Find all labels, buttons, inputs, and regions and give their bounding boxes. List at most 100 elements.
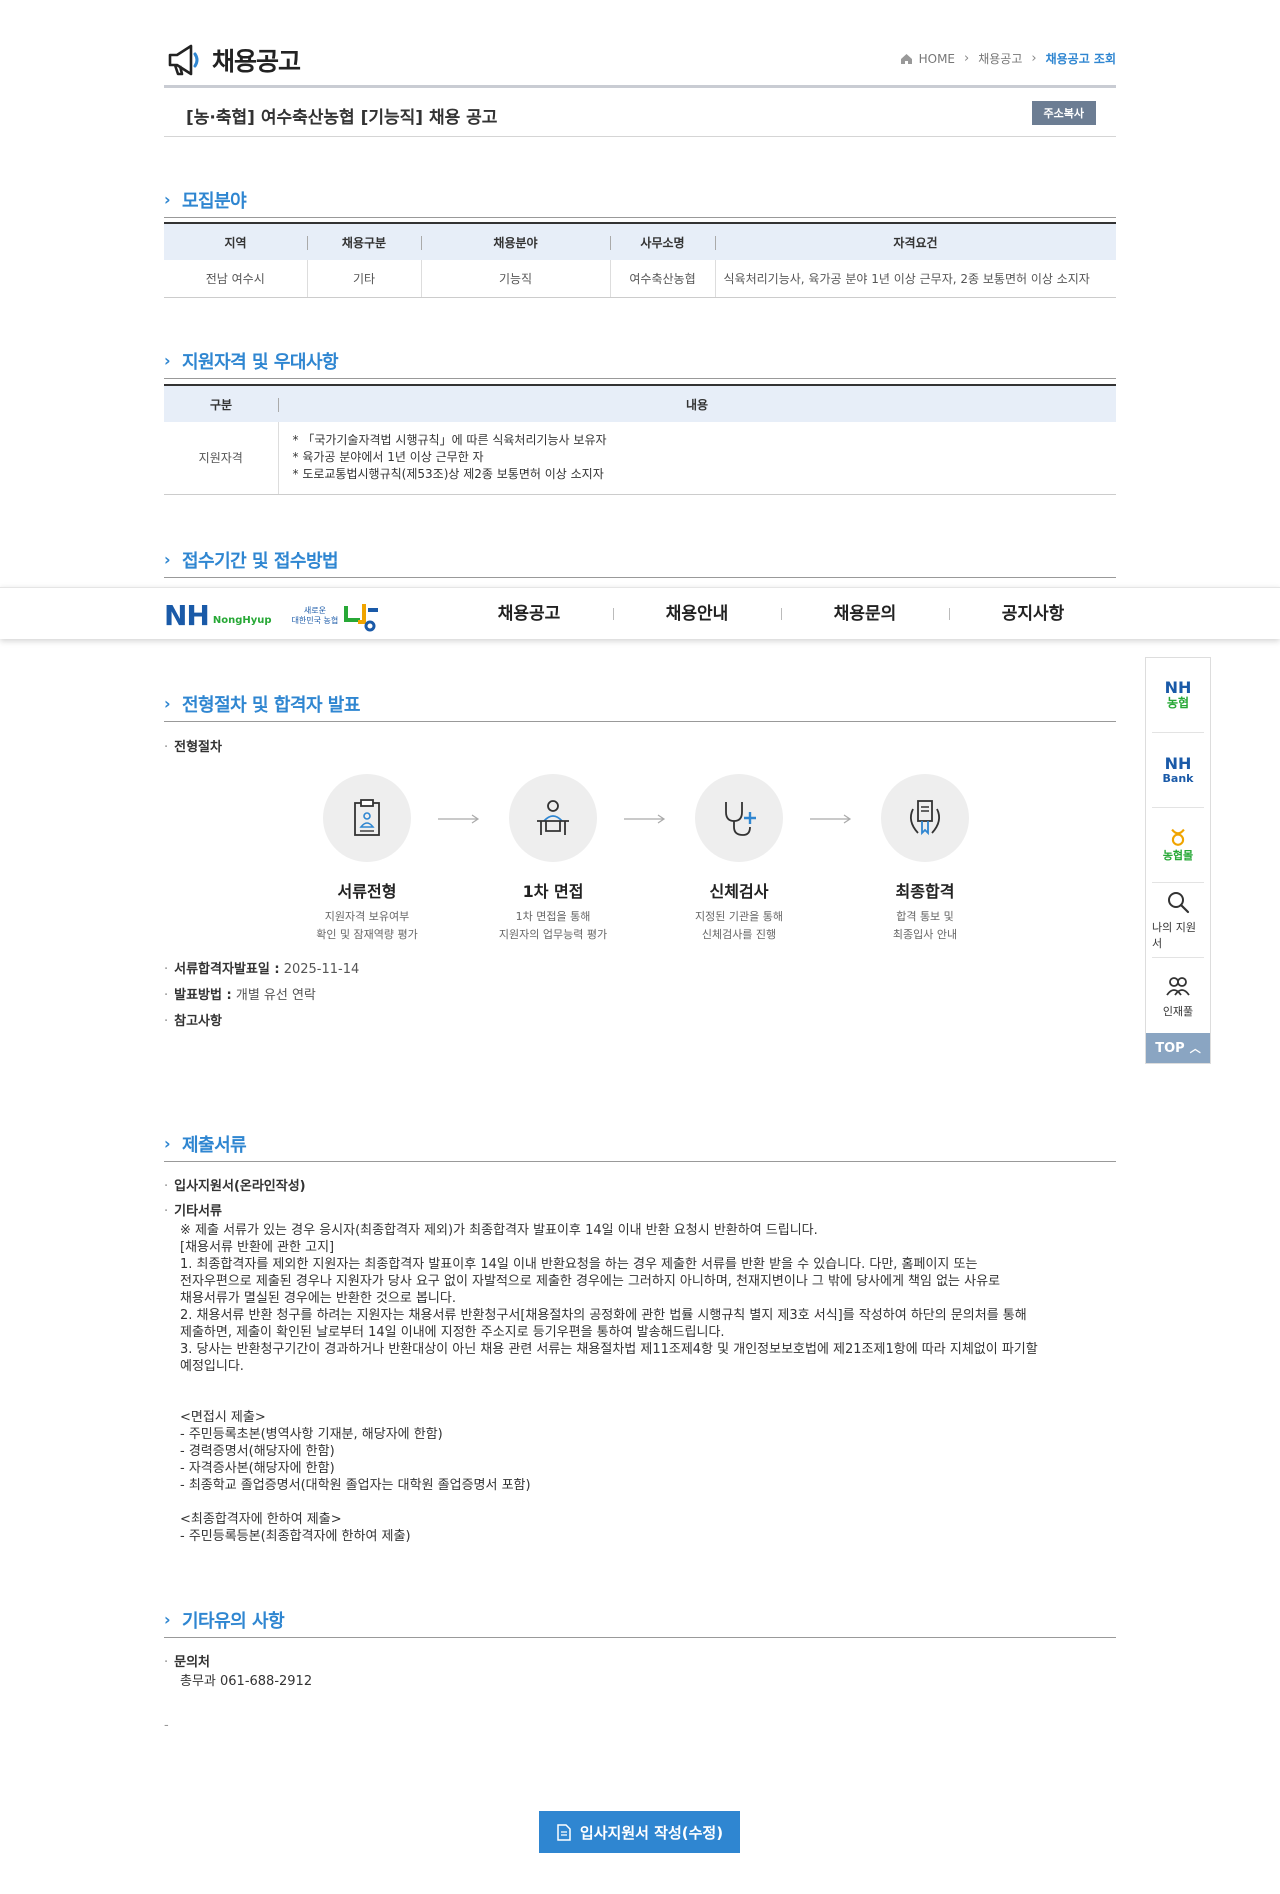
chevron-right-icon: › bbox=[164, 1134, 171, 1153]
result-date: · 서류합격자발표일 : 2025-11-14 bbox=[164, 962, 360, 977]
home-icon bbox=[900, 53, 912, 64]
table-header: 구분 bbox=[164, 384, 278, 422]
step-name: 최종합격 bbox=[895, 882, 955, 901]
chevron-right-icon: › bbox=[164, 694, 171, 713]
step-circle bbox=[323, 774, 411, 862]
table-row: 전남 여수시 기타 기능직 여수축산농협 식육처리기능사, 육가공 분야 1년 … bbox=[164, 260, 1116, 298]
step-name: 서류전형 bbox=[337, 882, 397, 901]
top-label: TOP bbox=[1155, 1040, 1185, 1056]
search-icon bbox=[1168, 892, 1190, 914]
table-cell: 전남 여수시 bbox=[164, 260, 307, 298]
table-row: 지원자격 * 「국가기술자격법 시행규칙」에 따른 식육처리기능사 보유자 * … bbox=[164, 422, 1116, 495]
menu-item-guide[interactable]: 채용안내 bbox=[613, 588, 781, 640]
step-name: 1차 면접 bbox=[522, 882, 584, 901]
table-cell: 여수축산농협 bbox=[609, 260, 715, 298]
megaphone-icon bbox=[168, 44, 199, 76]
breadcrumb-current: 채용공고 조회 bbox=[1045, 52, 1116, 66]
step-medical: 신체검사 지정된 기관을 통해 신체검사를 진행 bbox=[659, 774, 819, 944]
table-header: 지역 bbox=[164, 222, 307, 260]
section-qualification: › 지원자격 및 우대사항 bbox=[164, 343, 1116, 379]
slogan-text: 새로운 대한민국 농협 bbox=[291, 606, 339, 625]
qm-nh-text: NH bbox=[1164, 678, 1192, 697]
stethoscope-icon bbox=[725, 802, 756, 836]
qm-nh-text: NH bbox=[1164, 753, 1192, 773]
menu-item-recruit[interactable]: 채용공고 bbox=[445, 588, 613, 640]
posting-title-bar: [농·축협] 여수축산농협 [기능직] 채용 공고 주소복사 bbox=[164, 91, 1116, 137]
page-title-text: 채용공고 bbox=[212, 47, 301, 76]
document-item-text: 입사지원서(온라인작성) bbox=[174, 1179, 306, 1194]
section-reception: › 접수기간 및 접수방법 bbox=[164, 542, 1116, 578]
result-date-value: 2025-11-14 bbox=[283, 962, 360, 977]
result-method-label: 발표방법 : bbox=[174, 988, 232, 1003]
section-recruit: › 모집분야 bbox=[164, 182, 1116, 218]
table-cell: 지원자격 bbox=[164, 422, 278, 495]
step-circle bbox=[881, 774, 969, 862]
qm-nonghyup-text: 농협 bbox=[1166, 696, 1190, 710]
nh-logo-sub: NongHyup bbox=[212, 614, 272, 626]
section-title: 지원자격 및 우대사항 bbox=[182, 352, 339, 373]
qualification-table: 구분 내용 지원자격 * 「국가기술자격법 시행규칙」에 따른 식육처리기능사 … bbox=[164, 384, 1116, 495]
list-item: * 「국가기술자격법 시행규칙」에 따른 식육처리기능사 보유자 bbox=[292, 433, 607, 448]
qm-bank-text: Bank bbox=[1162, 771, 1194, 785]
document-icon bbox=[557, 1823, 571, 1841]
breadcrumb-home[interactable]: HOME bbox=[919, 52, 955, 66]
table-header: 내용 bbox=[278, 384, 1116, 422]
section-title: 제출서류 bbox=[182, 1135, 247, 1156]
page-title: 채용공고 bbox=[164, 40, 301, 80]
document-item-other: · 기타서류 bbox=[164, 1204, 222, 1219]
quick-talent-pool[interactable]: 인재풀 bbox=[1152, 958, 1204, 1033]
section-title: 기타유의 사항 bbox=[182, 1611, 285, 1632]
chevron-right-icon: › bbox=[164, 190, 171, 209]
contact-label-text: 문의처 bbox=[174, 1655, 211, 1670]
section-title: 모집분야 bbox=[182, 191, 247, 212]
posting-title: [농·축협] 여수축산농협 [기능직] 채용 공고 bbox=[186, 108, 498, 128]
interview-icon bbox=[537, 800, 569, 835]
document-item-application: · 입사지원서(온라인작성) bbox=[164, 1179, 306, 1194]
menu-item-notice[interactable]: 공지사항 bbox=[949, 588, 1117, 640]
chevron-right-icon: › bbox=[164, 351, 171, 370]
table-header: 채용분야 bbox=[421, 222, 610, 260]
nh-mall-icon bbox=[1171, 828, 1185, 846]
qualification-list: * 「국가기술자격법 시행규칙」에 따른 식육처리기능사 보유자 * 육가공 분… bbox=[277, 422, 1116, 495]
quick-menu: NH 농협 NH Bank 농협몰 나의 지원서 인재풀 TOP ︿ bbox=[1145, 657, 1211, 1064]
section-title: 접수기간 및 접수방법 bbox=[182, 551, 339, 572]
quick-nh-mall[interactable]: 농협몰 bbox=[1152, 808, 1204, 883]
chevron-right-icon: › bbox=[164, 1610, 171, 1629]
documents-body: ※ 제출 서류가 있는 경우 응시자(최종합격자 제외)가 최종합격자 발표이후… bbox=[180, 1223, 1038, 1544]
nh-logo[interactable]: NH NongHyup 새로운 대한민국 농협 bbox=[164, 600, 382, 632]
quick-nh-bank[interactable]: NH Bank bbox=[1152, 733, 1204, 808]
chevron-right-icon: › bbox=[964, 51, 970, 66]
note-label-text: 참고사항 bbox=[174, 1014, 222, 1029]
process-label-text: 전형절차 bbox=[174, 740, 222, 755]
table-header: 자격요건 bbox=[715, 222, 1116, 260]
result-method-value: 개별 유선 연락 bbox=[235, 988, 316, 1003]
result-method: · 발표방법 : 개별 유선 연락 bbox=[164, 988, 316, 1003]
list-item: * 도로교통법시행규칙(제53조)상 제2종 보통면허 이상 소지자 bbox=[292, 467, 604, 482]
apply-form-button[interactable]: 입사지원서 작성(수정) bbox=[539, 1811, 740, 1853]
breadcrumb-recruit[interactable]: 채용공고 bbox=[978, 50, 1022, 67]
section-documents: › 제출서류 bbox=[164, 1126, 1116, 1162]
floating-nav-bar: NH NongHyup 새로운 대한민국 농협 채용공고 채용안내 채용문의 공… bbox=[0, 587, 1280, 639]
list-item: * 육가공 분야에서 1년 이상 근무한 자 bbox=[292, 450, 484, 465]
scroll-top-button[interactable]: TOP ︿ bbox=[1146, 1033, 1210, 1063]
chevron-right-icon: › bbox=[1031, 51, 1037, 66]
clipboard-icon bbox=[354, 799, 380, 836]
document-item-text: 기타서류 bbox=[174, 1204, 222, 1219]
main-menu: 채용공고 채용안내 채용문의 공지사항 bbox=[445, 588, 1117, 640]
result-date-label: 서류합격자발표일 : bbox=[174, 962, 280, 977]
step-circle bbox=[695, 774, 783, 862]
qm-mall-text: 농협몰 bbox=[1162, 849, 1194, 862]
note-label: · 참고사항 bbox=[164, 1014, 222, 1029]
quick-nh-nonghyup[interactable]: NH 농협 bbox=[1152, 658, 1204, 733]
chevron-right-icon: › bbox=[164, 550, 171, 569]
contact-value: 총무과 061-688-2912 bbox=[180, 1674, 313, 1689]
copy-address-button[interactable]: 주소복사 bbox=[1031, 101, 1096, 125]
people-icon bbox=[1166, 976, 1190, 996]
section-process: › 전형절차 및 합격자 발표 bbox=[164, 686, 1116, 722]
step-desc: 지원자격 보유여부 확인 및 잠재역량 평가 bbox=[316, 910, 418, 941]
menu-item-inquiry[interactable]: 채용문의 bbox=[781, 588, 949, 640]
quick-my-application[interactable]: 나의 지원서 bbox=[1152, 883, 1204, 958]
table-header: 채용구분 bbox=[307, 222, 421, 260]
recruit-table: 지역 채용구분 채용분야 사무소명 자격요건 전남 여수시 기타 기능직 여수축… bbox=[164, 222, 1116, 298]
chevron-up-icon: ︿ bbox=[1189, 1042, 1201, 1055]
